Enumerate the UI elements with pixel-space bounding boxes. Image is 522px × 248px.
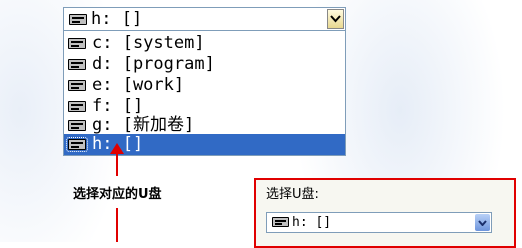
panel-label: 选择U盘: bbox=[266, 187, 319, 202]
drive-icon bbox=[66, 137, 88, 152]
list-item-drive-g[interactable]: g: [新加卷] bbox=[64, 115, 345, 136]
list-item-label: g: [新加卷] bbox=[92, 115, 195, 135]
highlight-panel: 选择U盘: h: [] bbox=[254, 178, 516, 248]
drive-select-value: h: [] bbox=[91, 9, 143, 29]
drive-icon bbox=[272, 217, 289, 227]
chevron-down-icon bbox=[330, 15, 341, 23]
drive-icon bbox=[68, 80, 86, 91]
drive-icon bbox=[68, 59, 86, 70]
chevron-down-icon bbox=[478, 219, 487, 226]
list-item-drive-h-selected[interactable]: h: [] bbox=[64, 134, 345, 155]
list-item-drive-f[interactable]: f: [] bbox=[64, 96, 345, 117]
list-item-label: f: [] bbox=[92, 96, 144, 116]
drive-icon bbox=[68, 38, 86, 49]
list-item-label: e: [work] bbox=[92, 75, 185, 95]
arrow-shaft bbox=[116, 152, 118, 176]
drive-icon bbox=[69, 14, 87, 25]
list-item-drive-c[interactable]: c: [system] bbox=[64, 33, 345, 54]
drive-dropdown-list: c: [system] d: [program] e: [work] f: []… bbox=[63, 31, 346, 156]
dropdown-button[interactable] bbox=[475, 214, 490, 231]
drive-icon bbox=[68, 120, 86, 131]
usb-drive-select[interactable]: h: [] bbox=[266, 212, 492, 233]
usb-drive-select-value: h: [] bbox=[292, 215, 332, 230]
annotation-caption: 选择对应的U盘 bbox=[73, 187, 162, 202]
list-item-label: c: [system] bbox=[92, 33, 205, 53]
drive-select[interactable]: h: [] bbox=[63, 7, 346, 31]
arrow-tail bbox=[116, 208, 118, 242]
list-item-drive-d[interactable]: d: [program] bbox=[64, 54, 345, 75]
dropdown-button[interactable] bbox=[327, 9, 344, 29]
list-item-drive-e[interactable]: e: [work] bbox=[64, 75, 345, 96]
list-item-label: d: [program] bbox=[92, 54, 215, 74]
drive-icon bbox=[68, 101, 86, 112]
